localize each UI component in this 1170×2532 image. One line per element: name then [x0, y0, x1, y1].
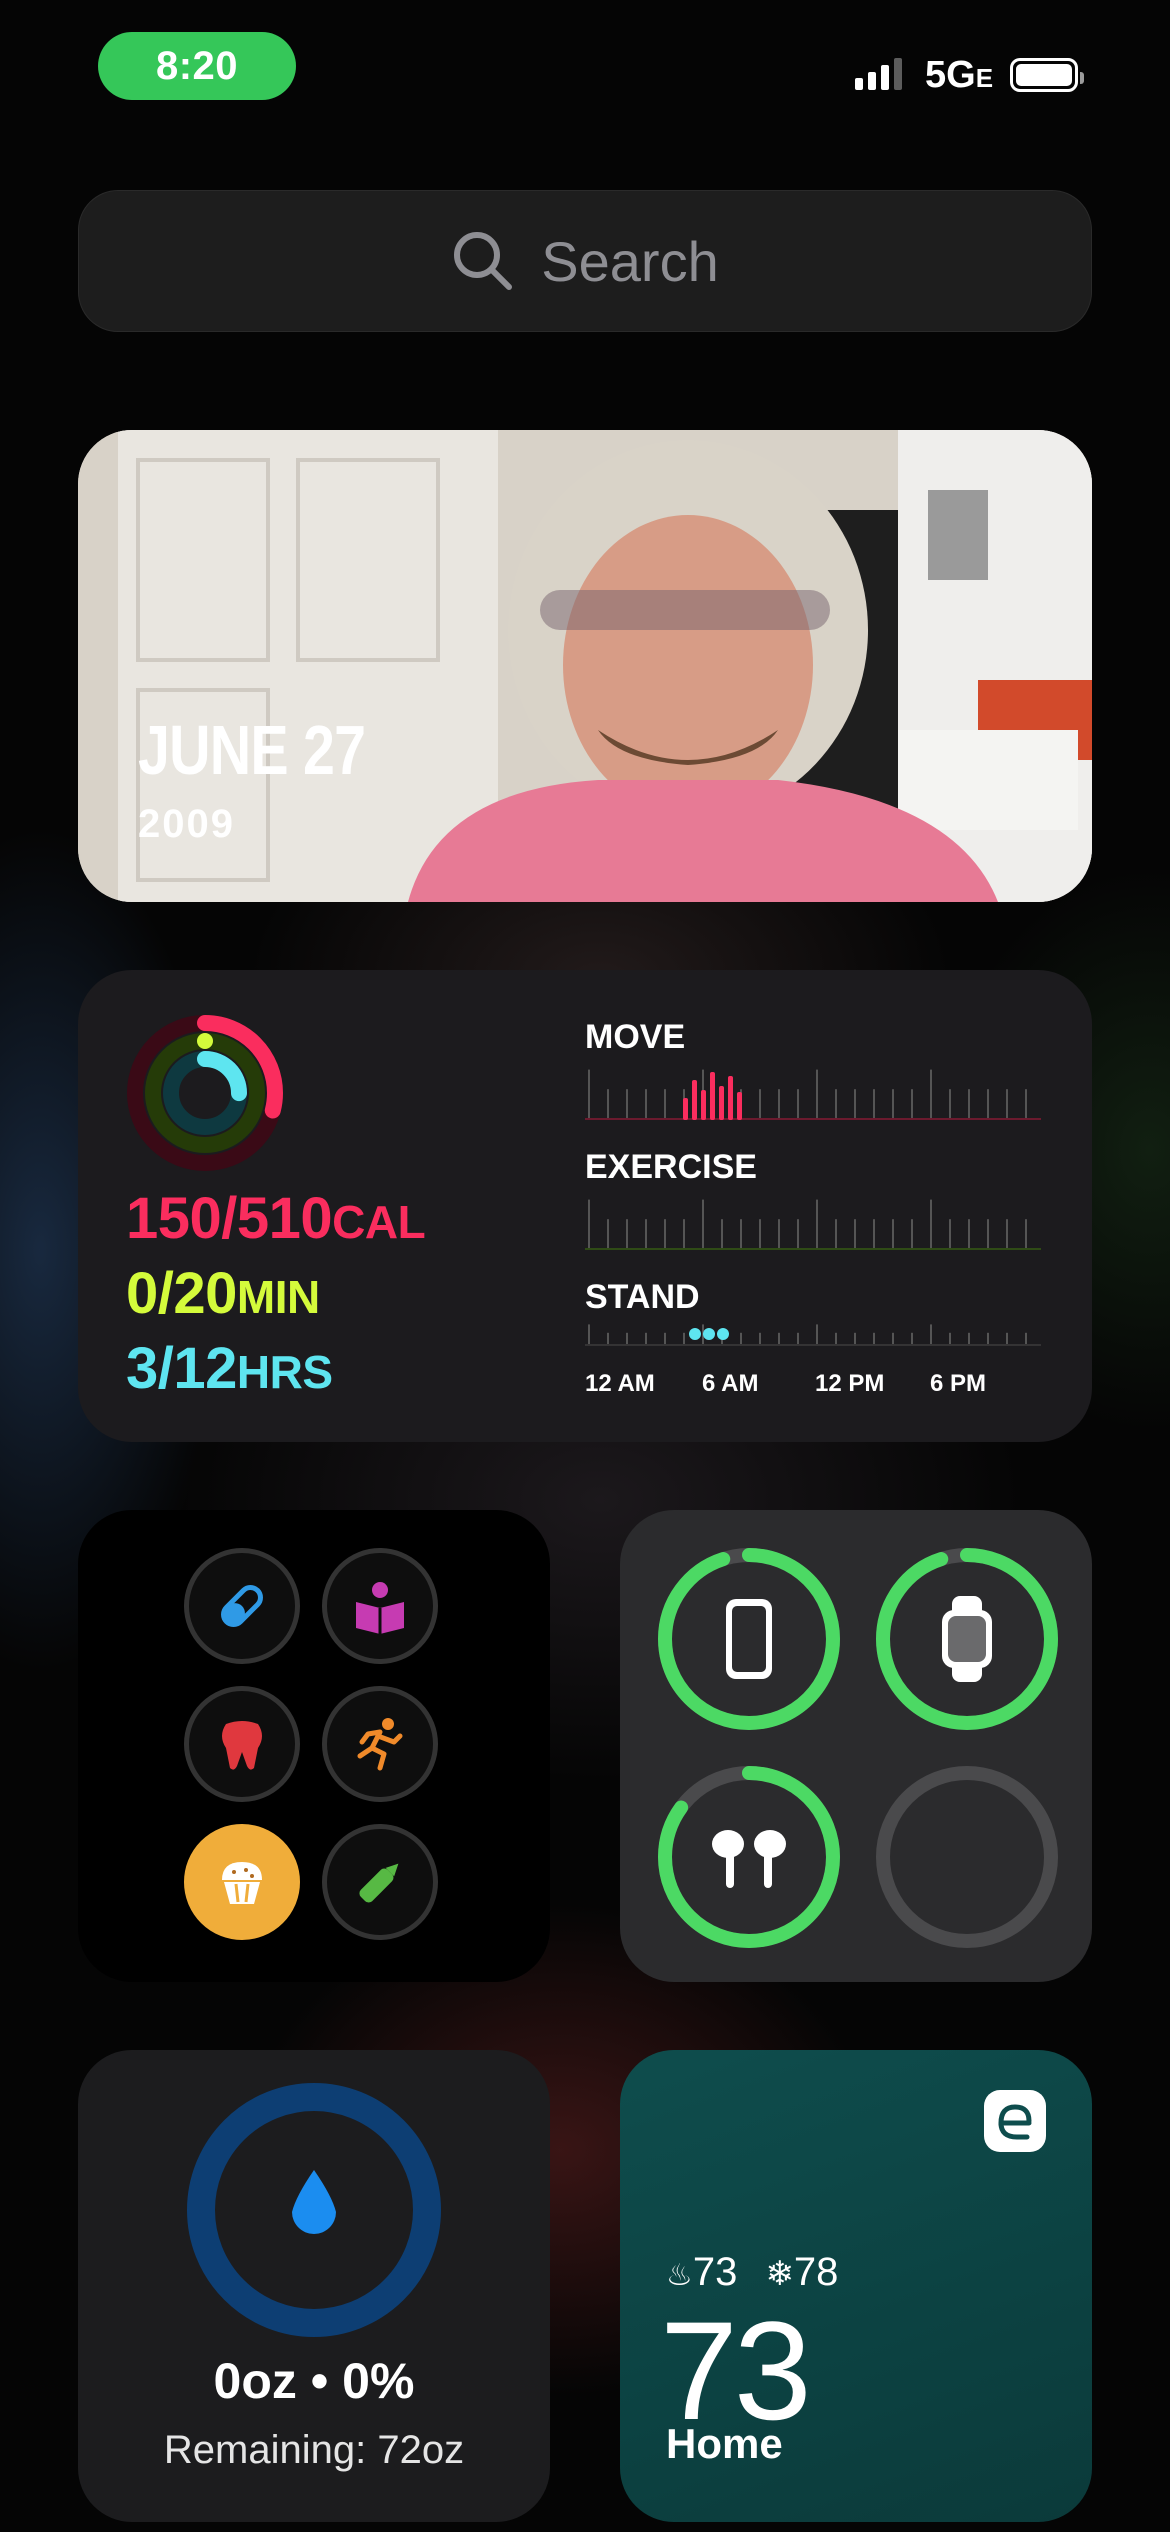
heat-setpoint: ♨73	[666, 2250, 738, 2294]
iphone-icon	[726, 1599, 772, 1679]
move-unit: CAL	[332, 1196, 426, 1248]
pill-icon	[221, 1585, 263, 1627]
search-bar[interactable]: Search	[78, 190, 1092, 332]
setpoints: ♨73 ❄78	[666, 2250, 838, 2295]
battery-icon	[1010, 58, 1084, 92]
marker-pen-icon	[359, 1863, 399, 1903]
memory-year: 2009	[138, 802, 235, 846]
stand-stat: 3/12HRS	[126, 1335, 333, 1402]
exercise-stat: 0/20MIN	[126, 1260, 320, 1327]
water-tracker-widget[interactable]: 0oz • 0% Remaining: 72oz	[78, 2050, 550, 2522]
iphone-battery-ring	[658, 1548, 840, 1730]
running-figure-icon	[357, 1718, 403, 1771]
stand-label: STAND	[585, 1278, 700, 1316]
airpods-icon	[712, 1830, 786, 1888]
move-stat: 150/510CAL	[126, 1185, 426, 1252]
water-summary: 0oz • 0%	[213, 2353, 415, 2409]
activity-rings	[127, 1015, 283, 1171]
activity-widget[interactable]: 150/510CAL 0/20MIN 3/12HRS MOVE EXERCISE…	[78, 970, 1092, 1442]
move-label: MOVE	[585, 1018, 686, 1056]
move-bar	[719, 1086, 724, 1120]
flame-icon: ♨	[666, 2259, 693, 2292]
ecobee-logo-icon	[984, 2090, 1046, 2152]
water-progress-ring	[187, 2083, 441, 2337]
exercise-label: EXERCISE	[585, 1148, 757, 1186]
water-remaining: Remaining: 72oz	[163, 2428, 465, 2472]
thermostat-widget[interactable]: ♨73 ❄78 73 Home	[620, 2050, 1092, 2522]
shortcut-pill-button[interactable]	[184, 1548, 300, 1664]
stand-hour-dot	[689, 1328, 701, 1340]
tooth-icon	[222, 1721, 262, 1770]
thermostat-location: Home	[666, 2420, 783, 2467]
exercise-value: 0/20	[126, 1261, 237, 1326]
snowflake-icon: ❄	[765, 2255, 794, 2293]
move-value: 150/510	[126, 1186, 333, 1251]
time-label-12am: 12 AM	[585, 1370, 655, 1397]
memory-date: JUNE 27	[138, 711, 366, 789]
cellular-signal-icon	[855, 58, 902, 90]
stand-hour-dot	[703, 1328, 715, 1340]
cool-setpoint: ❄78	[765, 2250, 839, 2294]
network-type: 5GE	[925, 54, 993, 97]
exercise-hourly-chart	[585, 1199, 1041, 1250]
network-label: 5G	[925, 54, 976, 96]
move-bar	[701, 1090, 706, 1120]
search-placeholder: Search	[541, 229, 719, 293]
time-label-6am: 6 AM	[702, 1370, 759, 1397]
shortcut-marker-button[interactable]	[322, 1824, 438, 1940]
network-suffix: E	[975, 63, 994, 93]
habit-shortcuts-widget	[78, 1510, 550, 1982]
stand-value: 3/12	[126, 1336, 237, 1401]
move-hourly-chart	[585, 1069, 1041, 1120]
shortcut-run-button[interactable]	[322, 1686, 438, 1802]
exercise-unit: MIN	[236, 1271, 320, 1323]
reading-book-icon	[356, 1582, 404, 1634]
move-bar	[737, 1092, 742, 1120]
empty-battery-slot	[876, 1766, 1058, 1948]
stand-hour-dot	[717, 1328, 729, 1340]
time-label-12pm: 12 PM	[815, 1370, 885, 1397]
shortcut-tooth-button[interactable]	[184, 1686, 300, 1802]
move-bar	[728, 1076, 733, 1120]
muffin-icon	[222, 1862, 262, 1904]
shortcut-reading-button[interactable]	[322, 1548, 438, 1664]
batteries-widget[interactable]	[620, 1510, 1092, 1982]
watch-battery-ring	[876, 1548, 1058, 1730]
move-bar	[683, 1098, 688, 1120]
exercise-ring-start	[197, 1033, 213, 1049]
watch-icon	[942, 1596, 992, 1682]
stand-unit: HRS	[236, 1346, 333, 1398]
move-bar	[692, 1080, 697, 1120]
status-time-pill[interactable]: 8:20	[98, 32, 296, 100]
status-time: 8:20	[155, 43, 239, 88]
move-bar	[710, 1072, 715, 1120]
photos-memory-widget[interactable]: JUNE 27 2009	[78, 430, 1092, 902]
stand-hourly-chart	[585, 1324, 1041, 1346]
water-drop-icon	[292, 2170, 336, 2234]
shortcut-muffin-button[interactable]	[184, 1824, 300, 1940]
search-icon	[454, 232, 513, 290]
time-label-6pm: 6 PM	[930, 1370, 987, 1397]
airpods-battery-ring	[658, 1766, 840, 1948]
